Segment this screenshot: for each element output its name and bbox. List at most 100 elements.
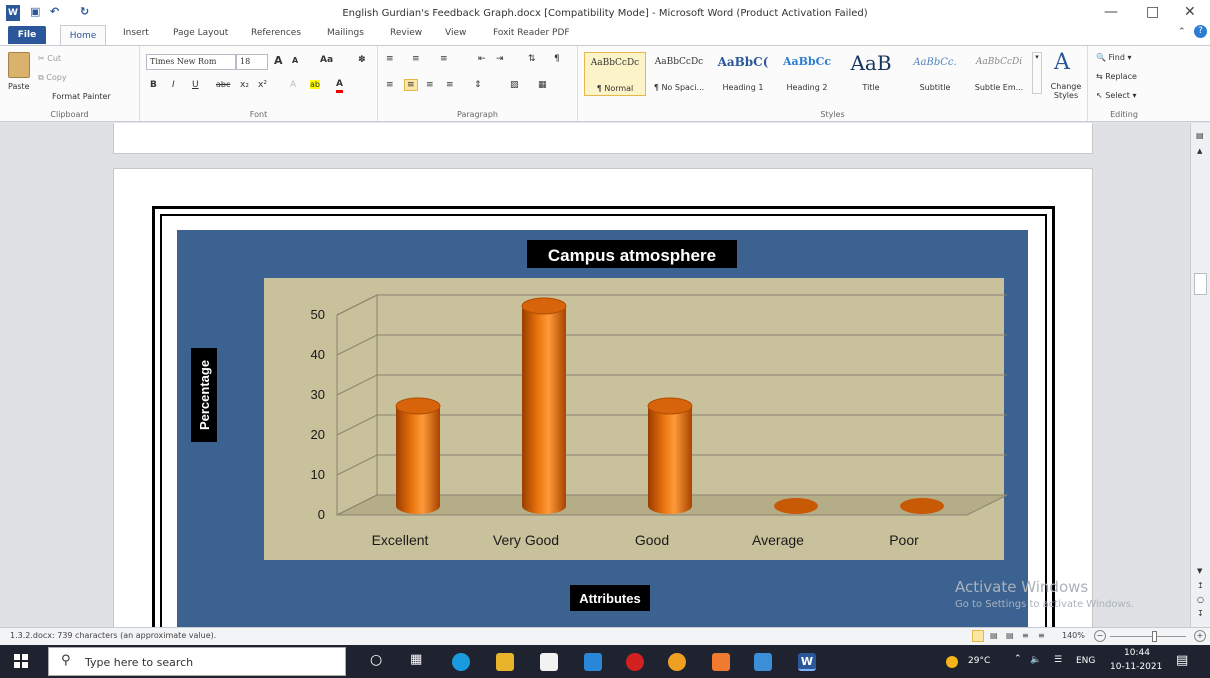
browse-object-icon[interactable]: ○	[1197, 595, 1204, 604]
show-formatting-icon[interactable]: ¶	[554, 54, 560, 64]
opera-icon[interactable]	[626, 653, 644, 671]
align-left-icon[interactable]: ≡	[386, 80, 394, 90]
style-no-spacing[interactable]: AaBbCcDc ¶ No Spaci...	[648, 52, 710, 96]
windows-start-icon[interactable]	[14, 654, 28, 668]
grow-font-button[interactable]: A	[274, 54, 283, 67]
zoom-out-icon[interactable]: −	[1094, 630, 1106, 642]
file-explorer-icon[interactable]	[496, 653, 514, 671]
tab-mailings[interactable]: Mailings	[327, 28, 364, 38]
replace-button[interactable]: ⇆ Replace	[1096, 72, 1137, 81]
network-icon[interactable]: ☰	[1054, 655, 1062, 665]
paste-icon[interactable]	[8, 52, 30, 78]
align-right-icon[interactable]: ≡	[426, 80, 434, 90]
zoom-slider[interactable]	[1110, 636, 1186, 637]
bullets-icon[interactable]: ≡	[386, 54, 394, 64]
full-screen-reading-icon[interactable]: ▤	[990, 631, 998, 640]
web-layout-icon[interactable]: ▤	[1006, 631, 1014, 640]
vertical-scrollbar[interactable]: ▤ ▲ ▼ ↥ ○ ↧	[1190, 123, 1210, 627]
restore-icon[interactable]: □	[1146, 4, 1159, 20]
help-icon[interactable]: ?	[1194, 25, 1207, 38]
style-title[interactable]: AaB Title	[840, 51, 902, 96]
subscript-button[interactable]: x₂	[240, 80, 249, 90]
clock-time[interactable]: 10:44	[1124, 648, 1150, 658]
close-icon[interactable]: ✕	[1184, 4, 1196, 20]
notifications-icon[interactable]: ▤	[1176, 653, 1188, 668]
zoom-slider-thumb[interactable]	[1152, 631, 1157, 642]
document-page-previous[interactable]	[113, 123, 1093, 154]
edge-icon[interactable]	[452, 653, 470, 671]
change-case-button[interactable]: Aa	[320, 55, 333, 65]
justify-icon[interactable]: ≡	[446, 80, 454, 90]
temperature[interactable]: 29°C	[968, 656, 990, 666]
style-normal[interactable]: AaBbCcDc ¶ Normal	[584, 52, 646, 96]
tab-home[interactable]: Home	[60, 25, 106, 47]
select-button[interactable]: ↖ Select ▾	[1096, 91, 1137, 100]
chart-area[interactable]: 0 10 20 30 40 50 Excellent Very Good Good Average…	[177, 230, 1028, 640]
tab-file[interactable]: File	[8, 26, 46, 44]
cortana-icon[interactable]: ○	[370, 652, 382, 668]
minimize-ribbon-icon[interactable]: ⌃	[1178, 27, 1186, 37]
style-heading-1[interactable]: AaBbC(Heading 1	[712, 52, 774, 96]
increase-indent-icon[interactable]: ⇥	[496, 54, 504, 64]
align-center-icon[interactable]: ≡	[404, 79, 418, 91]
find-button[interactable]: 🔍 Find ▾	[1096, 53, 1131, 62]
font-color-button[interactable]: A	[336, 79, 343, 93]
chrome-icon[interactable]	[668, 653, 686, 671]
copy-button[interactable]: ⧉ Copy	[38, 73, 67, 83]
borders-icon[interactable]: ▦	[538, 80, 547, 90]
zoom-level[interactable]: 140%	[1062, 631, 1085, 640]
volume-icon[interactable]: 🔈	[1030, 655, 1041, 665]
text-effects-icon[interactable]: A	[290, 80, 296, 90]
task-view-icon[interactable]: ▦	[410, 652, 422, 667]
format-painter-button[interactable]: Format Painter	[52, 92, 111, 101]
clock-date[interactable]: 10-11-2021	[1110, 662, 1162, 672]
decrease-indent-icon[interactable]: ⇤	[478, 54, 486, 64]
taskbar-search-box[interactable]: ⚲ Type here to search	[48, 647, 346, 676]
zoom-in-icon[interactable]: +	[1194, 630, 1206, 642]
tab-foxit-reader[interactable]: Foxit Reader PDF	[493, 28, 570, 38]
previous-page-icon[interactable]: ↥	[1197, 581, 1204, 590]
outline-icon[interactable]: ≡	[1022, 631, 1029, 640]
style-subtitle[interactable]: AaBbCc. Subtitle	[904, 52, 966, 96]
print-layout-icon[interactable]	[972, 630, 984, 642]
superscript-button[interactable]: x²	[258, 80, 267, 90]
tab-view[interactable]: View	[445, 28, 466, 38]
multilevel-list-icon[interactable]: ≡	[440, 54, 448, 64]
next-page-icon[interactable]: ↧	[1197, 609, 1204, 618]
minimize-icon[interactable]: —	[1104, 4, 1118, 20]
scroll-thumb[interactable]	[1194, 273, 1207, 295]
language-indicator[interactable]: ENG	[1076, 656, 1095, 666]
underline-button[interactable]: U	[192, 80, 199, 90]
tab-page-layout[interactable]: Page Layout	[173, 28, 228, 38]
tray-overflow-icon[interactable]: ⌃	[1014, 654, 1022, 664]
sort-icon[interactable]: ⇅	[528, 54, 536, 64]
shrink-font-button[interactable]: A	[292, 56, 298, 65]
strikethrough-button[interactable]: abc	[216, 80, 230, 89]
app-icon[interactable]	[712, 653, 730, 671]
change-styles-button[interactable]: Change Styles	[1046, 82, 1086, 100]
tab-references[interactable]: References	[251, 28, 301, 38]
scroll-down-icon[interactable]: ▼	[1197, 567, 1202, 575]
scroll-up-icon[interactable]: ▲	[1197, 147, 1202, 155]
styles-more-icon[interactable]: ▾	[1032, 52, 1042, 94]
draft-icon[interactable]: ≡	[1038, 631, 1045, 640]
paste-button[interactable]: Paste	[8, 82, 30, 91]
shading-icon[interactable]: ▨	[510, 80, 519, 90]
photos-icon[interactable]	[754, 653, 772, 671]
weather-icon[interactable]	[946, 656, 958, 668]
style-heading-2[interactable]: AaBbCc Heading 2	[776, 52, 838, 96]
bold-button[interactable]: B	[150, 80, 157, 90]
style-subtle-emphasis[interactable]: AaBbCcDi Subtle Em...	[968, 52, 1030, 96]
change-styles-icon[interactable]: A	[1054, 50, 1070, 75]
ruler-toggle-icon[interactable]: ▤	[1196, 131, 1204, 140]
cut-button[interactable]: ✂ Cut	[38, 54, 61, 63]
tab-review[interactable]: Review	[390, 28, 422, 38]
font-name-field[interactable]: Times New Rom	[146, 54, 236, 70]
clear-formatting-icon[interactable]: ✽	[358, 55, 366, 65]
italic-button[interactable]: I	[172, 80, 175, 90]
line-spacing-icon[interactable]: ⇕	[474, 80, 482, 90]
font-size-field[interactable]: 18	[236, 54, 268, 70]
store-icon[interactable]	[540, 653, 558, 671]
highlight-icon[interactable]: ab	[310, 80, 320, 89]
word-taskbar-icon[interactable]: W	[798, 653, 816, 671]
